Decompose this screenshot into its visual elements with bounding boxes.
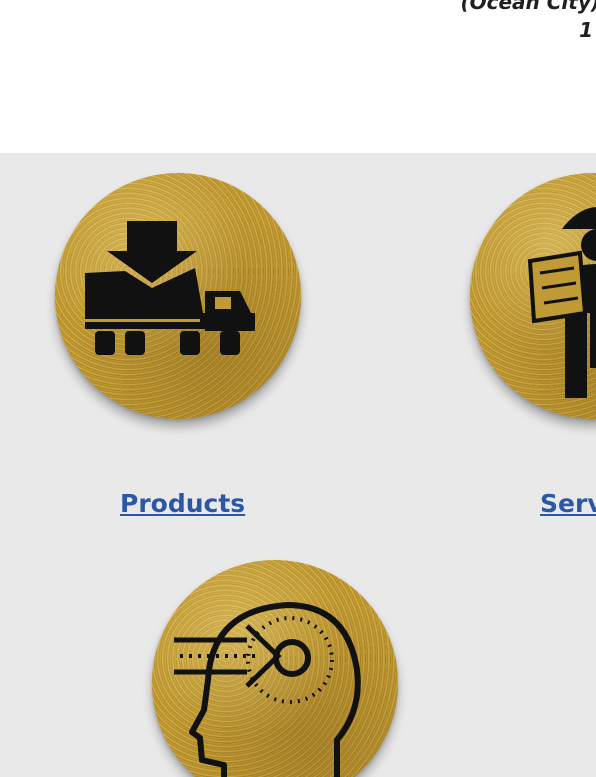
engineer-blueprint-icon <box>527 207 596 398</box>
header-location-text: (Ocean City) <box>460 0 596 14</box>
third-medallion[interactable] <box>152 560 398 777</box>
head-target-icon <box>174 602 361 777</box>
services-link[interactable]: Services <box>540 489 596 518</box>
products-link[interactable]: Products <box>120 489 245 518</box>
products-medallion[interactable] <box>55 173 301 419</box>
card-panel: Products Services <box>0 153 596 777</box>
services-medallion[interactable] <box>470 173 596 419</box>
dump-truck-icon <box>85 221 255 355</box>
header-number-text: 1 <box>579 18 593 42</box>
